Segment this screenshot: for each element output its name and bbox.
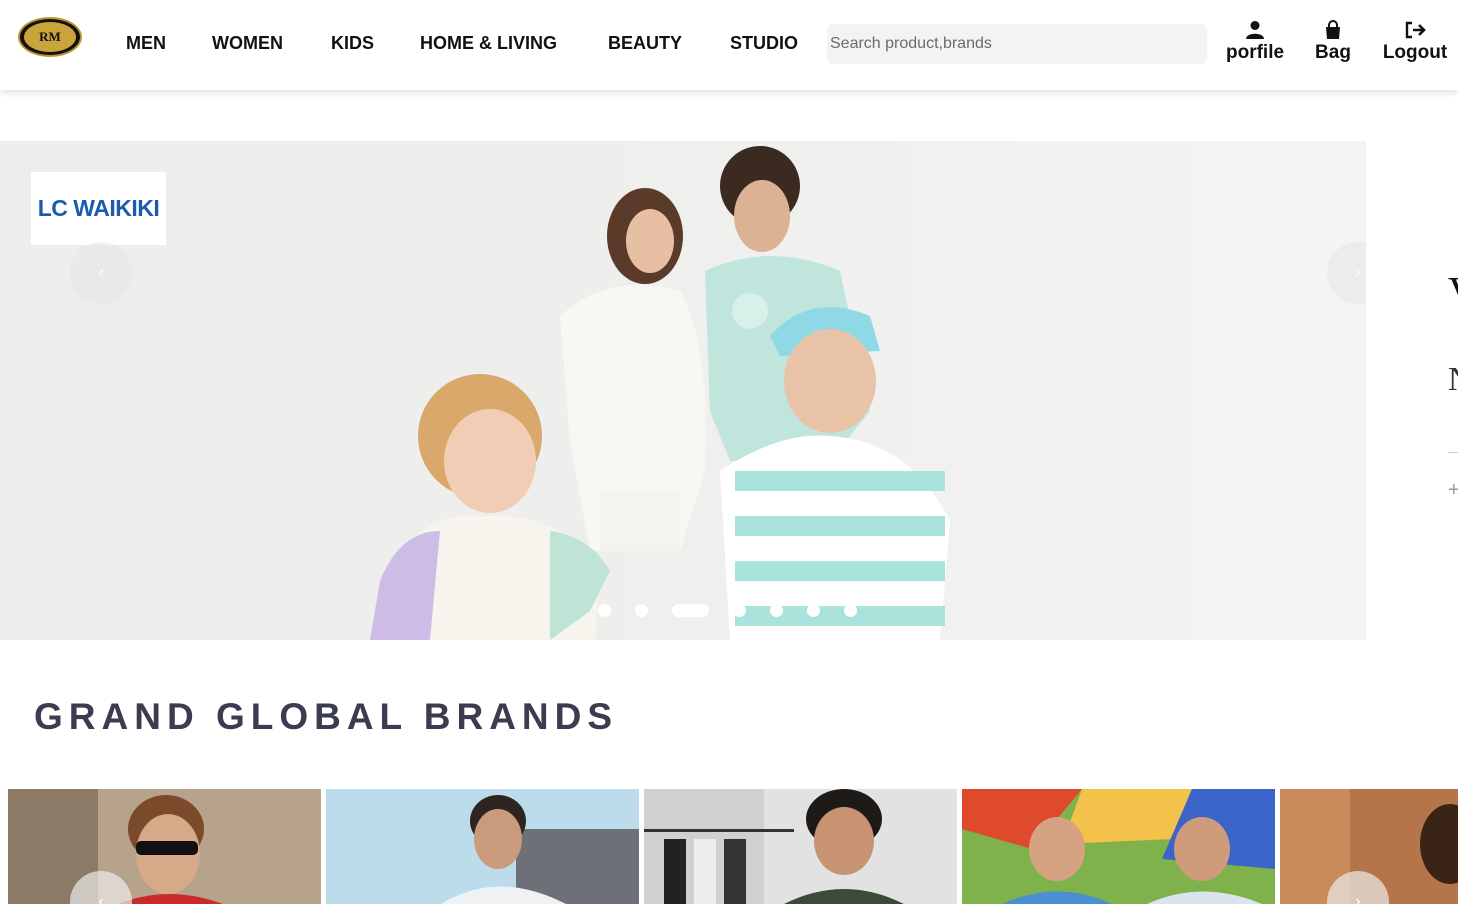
shopping-bag-icon (1326, 20, 1340, 39)
brand-logo-lcwaikiki[interactable]: LC WAIKIKI (31, 172, 166, 245)
chevron-left-icon: ‹ (98, 264, 104, 281)
carousel-dot[interactable] (807, 603, 820, 617)
brand-card-image (8, 789, 321, 904)
brand-card-3[interactable] (644, 789, 957, 904)
carousel-dot[interactable] (770, 603, 783, 617)
profile-button[interactable]: porfile (1226, 20, 1284, 64)
carousel-dot[interactable] (598, 603, 611, 617)
hero-carousel[interactable]: LC WAIKIKI ‹ › (0, 141, 1366, 640)
logo-text: RM (24, 22, 76, 52)
brand-card-image (326, 789, 639, 904)
nav-studio[interactable]: STUDIO (730, 33, 798, 53)
logout-label: Logout (1382, 42, 1448, 63)
brand-card-image (962, 789, 1275, 904)
brand-card-5[interactable]: › (1280, 789, 1458, 904)
search-input[interactable] (827, 24, 1207, 64)
logout-button[interactable]: Logout (1382, 20, 1448, 64)
divider (1448, 452, 1458, 453)
carousel-dot[interactable] (635, 603, 648, 617)
carousel-dot[interactable] (844, 603, 857, 617)
carousel-dot-active[interactable] (672, 603, 709, 617)
user-icon (1246, 21, 1264, 39)
brand-card-2[interactable] (326, 789, 639, 904)
brand-card-4[interactable] (962, 789, 1275, 904)
carousel-dots (598, 603, 857, 617)
chevron-right-icon: › (1355, 893, 1361, 904)
hero-next-slide-peek: V N + (1366, 141, 1458, 640)
nav-kids[interactable]: KIDS (331, 33, 374, 53)
hero-image-family (370, 146, 950, 640)
site-header: RM MEN WOMEN KIDS HOME & LIVING BEAUTY S… (0, 0, 1458, 90)
carousel-prev-button[interactable]: ‹ (70, 242, 132, 304)
profile-label: porfile (1226, 42, 1285, 63)
carousel-next-button[interactable]: › (1327, 242, 1366, 304)
section-title: GRAND GLOBAL BRANDS (34, 696, 619, 737)
nav-women[interactable]: WOMEN (212, 33, 283, 53)
nav-beauty[interactable]: BEAUTY (608, 33, 682, 53)
chevron-left-icon: ‹ (98, 893, 104, 904)
brand-card-image (644, 789, 957, 904)
next-slide-text: V (1448, 269, 1458, 317)
site-logo[interactable]: RM (18, 17, 82, 57)
plus-icon: + (1448, 479, 1458, 501)
logout-icon (1405, 21, 1426, 39)
brand-card-1[interactable]: ‹ (8, 789, 321, 904)
nav-men[interactable]: MEN (126, 33, 166, 53)
carousel-dot[interactable] (733, 603, 746, 617)
bag-button[interactable]: Bag (1314, 20, 1352, 64)
bag-label: Bag (1315, 42, 1351, 63)
nav-home-living[interactable]: HOME & LIVING (420, 33, 557, 53)
chevron-right-icon: › (1355, 264, 1361, 281)
next-slide-text: N (1448, 361, 1458, 399)
